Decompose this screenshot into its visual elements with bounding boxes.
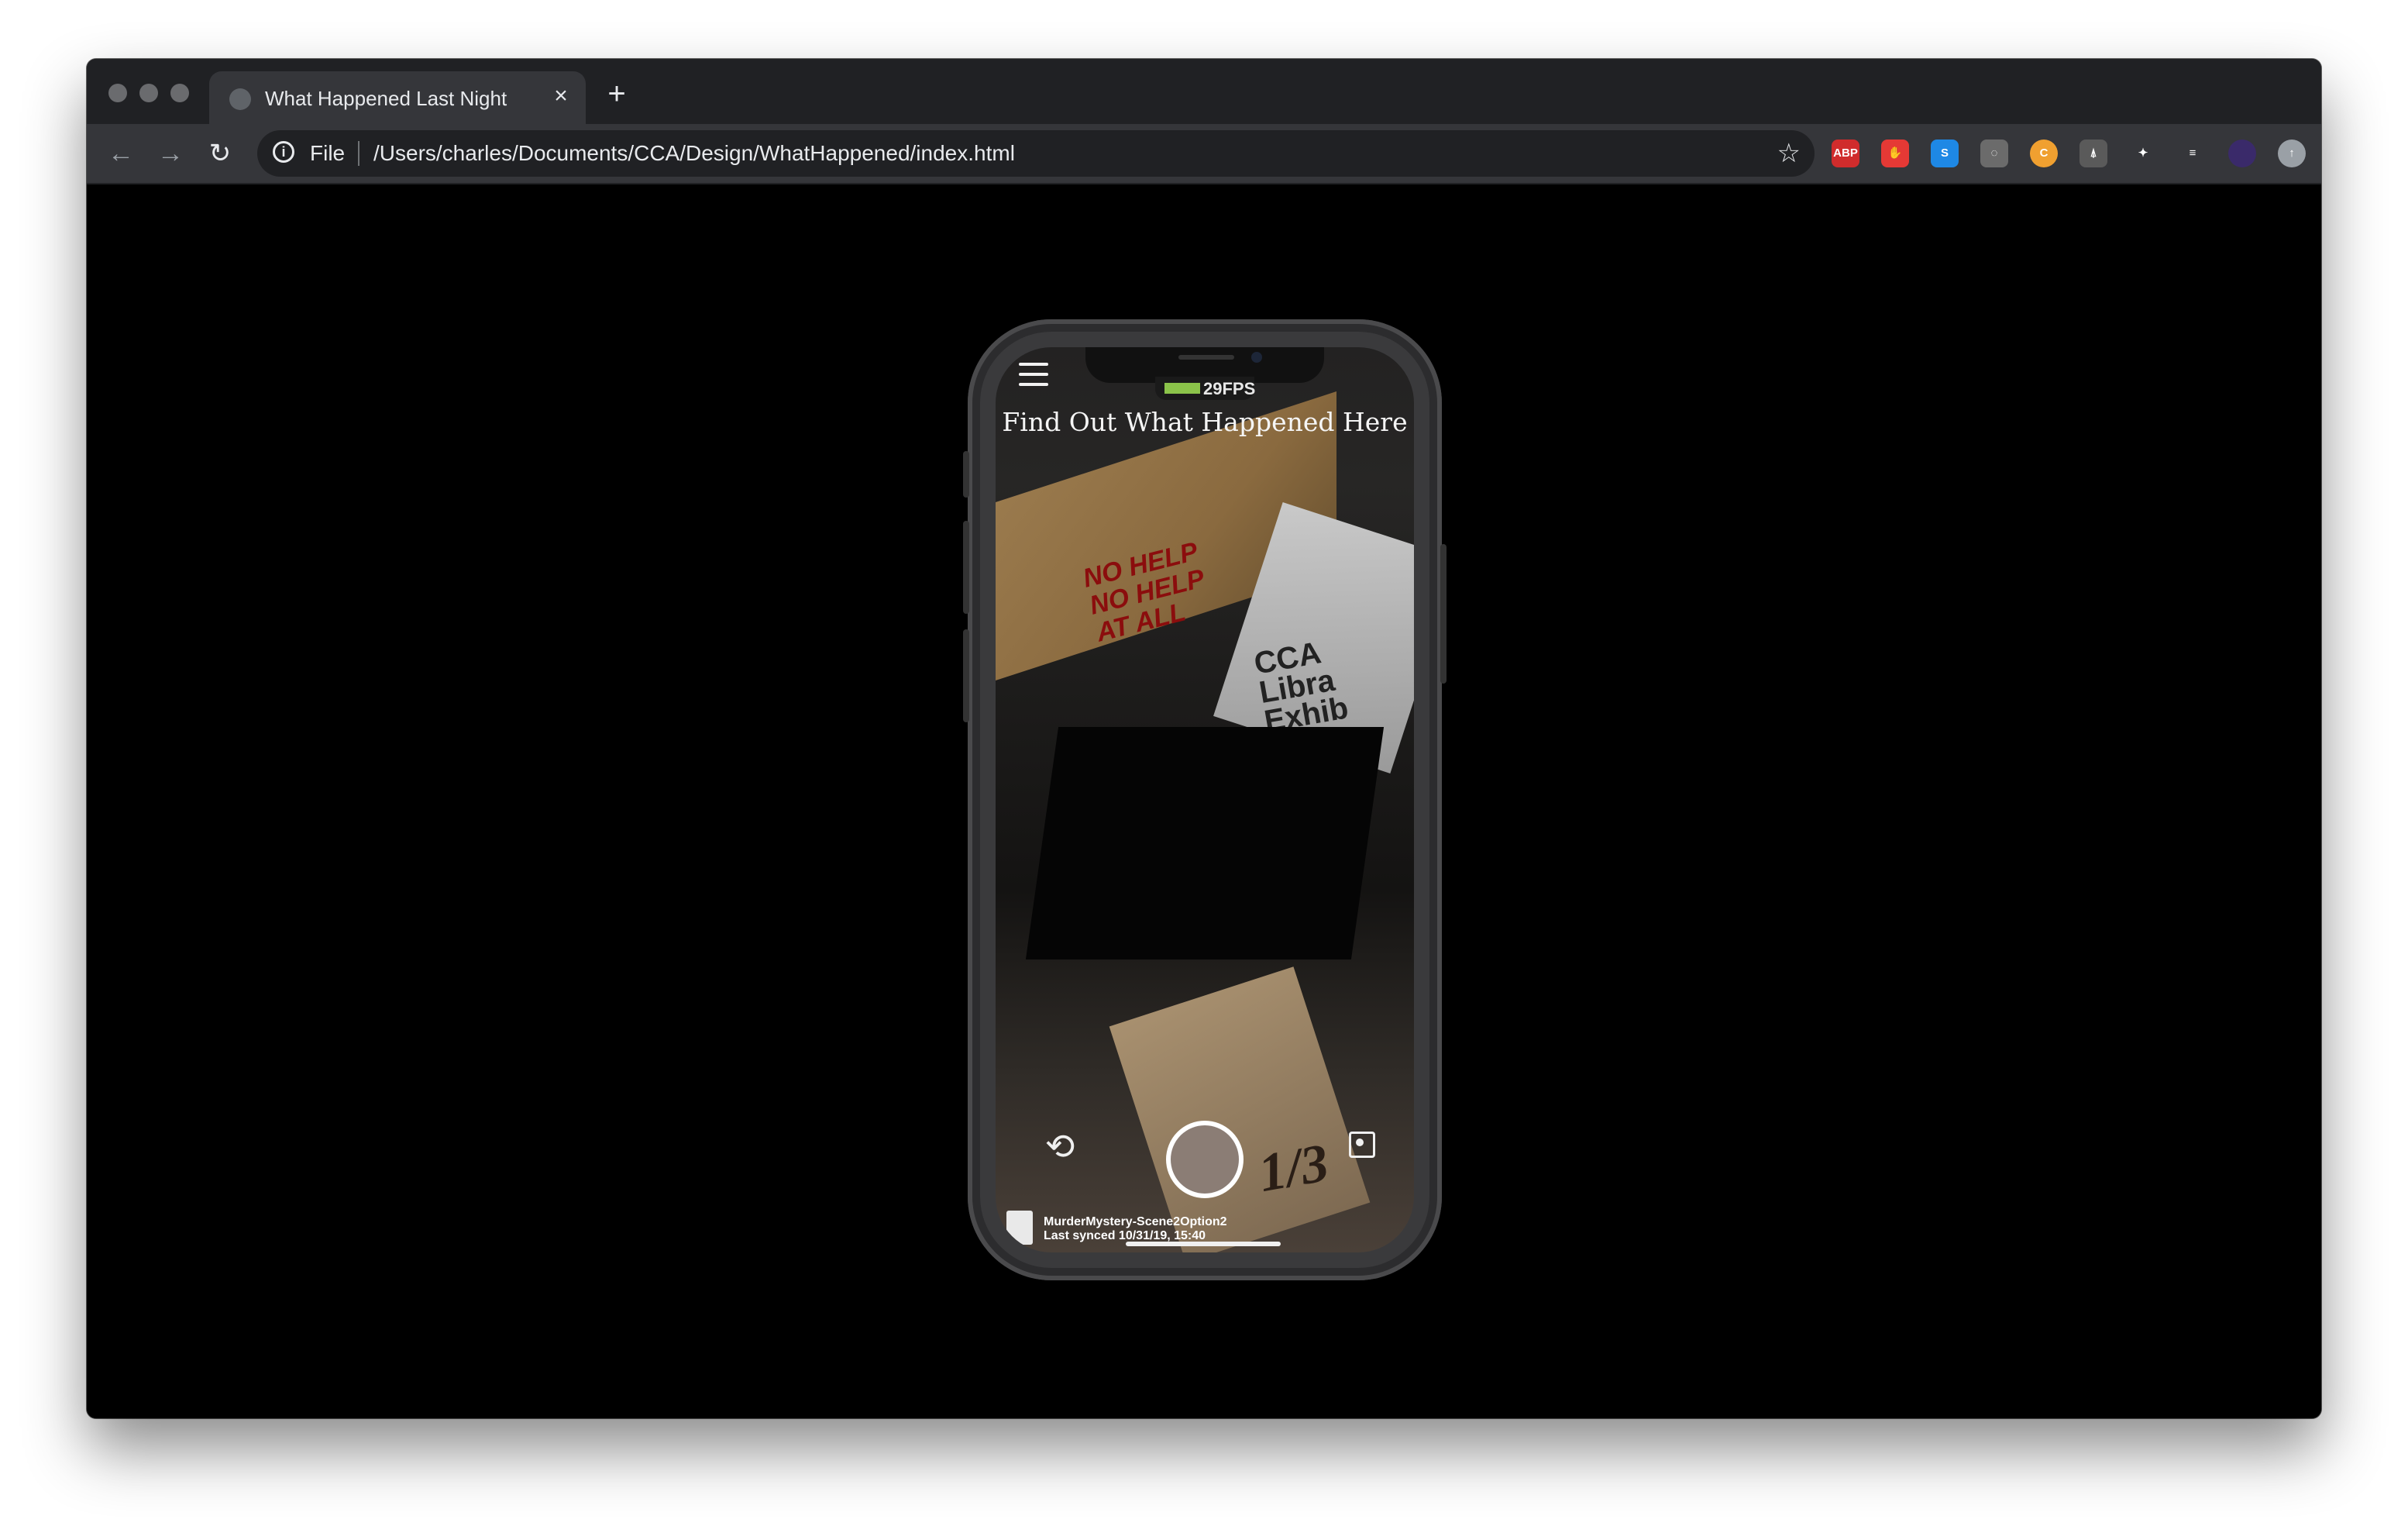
hamburger-menu-icon[interactable] bbox=[1019, 361, 1048, 388]
maximize-window-button[interactable] bbox=[170, 84, 189, 102]
fps-bar bbox=[1164, 383, 1200, 394]
adblock-icon[interactable]: ABP bbox=[1832, 140, 1859, 167]
toolbar: ← → ↻ i File /Users/charles/Documents/CC… bbox=[87, 124, 2321, 184]
scene-shadow bbox=[1025, 727, 1385, 959]
new-tab-button[interactable]: + bbox=[600, 78, 634, 112]
file-icon bbox=[1006, 1211, 1033, 1245]
phone-power-button bbox=[1440, 544, 1447, 684]
speaker-grille bbox=[1178, 355, 1234, 360]
home-indicator[interactable] bbox=[1126, 1242, 1281, 1246]
card-text: 1/3 bbox=[1254, 1132, 1333, 1204]
ar-camera-screen[interactable]: NO HELP NO HELP AT ALL CCA Libra Exhib 1… bbox=[996, 347, 1414, 1252]
address-bar[interactable]: i File /Users/charles/Documents/CCA/Desi… bbox=[257, 130, 1815, 177]
tab-what-happened[interactable]: What Happened Last Night × bbox=[209, 71, 586, 124]
phone-mute-switch bbox=[963, 451, 969, 498]
back-button[interactable]: ← bbox=[102, 135, 139, 172]
shutter-button[interactable] bbox=[1166, 1121, 1244, 1198]
flip-camera-icon[interactable]: ⟲ bbox=[1042, 1128, 1078, 1164]
profile-avatar-icon[interactable] bbox=[2228, 140, 2256, 167]
tab-close-button[interactable]: × bbox=[547, 82, 575, 110]
mouse-icon[interactable]: ⍋ bbox=[2079, 140, 2107, 167]
front-camera bbox=[1251, 352, 1262, 363]
browser-window: What Happened Last Night × + ← → ↻ i Fil… bbox=[87, 59, 2321, 1418]
scheme-label: File bbox=[310, 141, 346, 165]
tab-title: What Happened Last Night bbox=[265, 87, 507, 110]
phone-mockup: NO HELP NO HELP AT ALL CCA Libra Exhib 1… bbox=[963, 319, 1447, 1280]
bookmark-star-icon[interactable]: ☆ bbox=[1777, 136, 1801, 171]
info-icon[interactable]: i bbox=[273, 141, 294, 163]
page-title: Find Out What Happened Here bbox=[1002, 407, 1408, 437]
coupon-icon[interactable]: C bbox=[2030, 140, 2058, 167]
tab-strip: What Happened Last Night × + bbox=[87, 59, 2321, 124]
playlist-icon[interactable]: ≡ bbox=[2179, 140, 2207, 167]
update-icon[interactable]: ↑ bbox=[2278, 140, 2306, 167]
fps-meter: 29FPS bbox=[1155, 377, 1256, 400]
stop-hand-icon[interactable]: ✋ bbox=[1881, 140, 1909, 167]
sync-file-name: MurderMystery-Scene2Option2 bbox=[1044, 1215, 1227, 1228]
fps-value: 29FPS bbox=[1203, 379, 1256, 398]
s-extension-icon[interactable]: S bbox=[1931, 140, 1959, 167]
globe-icon bbox=[229, 88, 251, 110]
phone-volume-down bbox=[963, 629, 969, 722]
url-text[interactable]: /Users/charles/Documents/CCA/Design/What… bbox=[373, 140, 1015, 167]
eye-off-icon[interactable]: ◌ bbox=[1980, 140, 2008, 167]
puzzle-icon[interactable]: ✦ bbox=[2129, 140, 2157, 167]
divider bbox=[358, 141, 359, 166]
phone-volume-up bbox=[963, 521, 969, 614]
page-content: NO HELP NO HELP AT ALL CCA Libra Exhib 1… bbox=[87, 184, 2321, 1418]
reload-button[interactable]: ↻ bbox=[201, 135, 239, 172]
poster-text: CCA Libra Exhib bbox=[1251, 636, 1351, 739]
gallery-icon[interactable] bbox=[1349, 1132, 1375, 1158]
minimize-window-button[interactable] bbox=[139, 84, 158, 102]
close-window-button[interactable] bbox=[108, 84, 127, 102]
forward-button[interactable]: → bbox=[152, 135, 189, 172]
